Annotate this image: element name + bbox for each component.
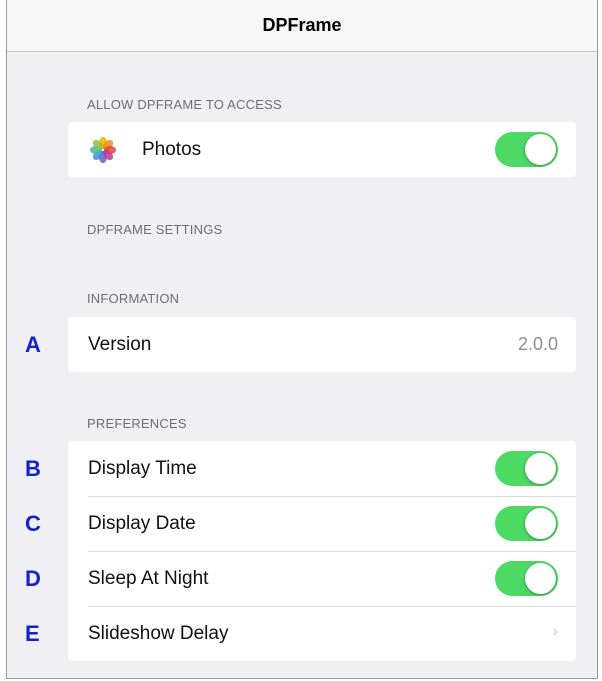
display-time-label: Display Time — [88, 457, 197, 479]
section-header-information: INFORMATION — [87, 291, 180, 306]
display-time-row[interactable]: Display Time — [68, 441, 576, 496]
settings-window: DPFrame ALLOW DPFRAME TO ACCESS Photos D… — [6, 0, 598, 679]
sleep-at-night-label: Sleep At Night — [88, 567, 209, 589]
sleep-at-night-row[interactable]: Sleep At Night — [68, 551, 576, 606]
photos-label: Photos — [142, 138, 202, 160]
slideshow-delay-label: Slideshow Delay — [88, 622, 229, 644]
version-label: Version — [88, 333, 152, 355]
toggle-knob — [525, 453, 556, 484]
display-date-label: Display Date — [88, 512, 196, 534]
preferences-group: Display Time Display Date Sleep At Night… — [68, 441, 576, 661]
chevron-right-icon: › — [552, 623, 558, 640]
slideshow-delay-row[interactable]: Slideshow Delay › — [68, 606, 576, 661]
access-group: Photos — [68, 122, 576, 177]
information-group: Version 2.0.0 — [68, 317, 576, 372]
version-row: Version 2.0.0 — [68, 317, 576, 372]
annotation-e: E — [25, 621, 40, 646]
nav-title: DPFrame — [7, 0, 597, 52]
display-date-toggle[interactable] — [495, 506, 558, 541]
toggle-knob — [525, 134, 556, 165]
annotation-c: C — [25, 511, 41, 536]
annotation-d: D — [25, 566, 41, 591]
annotation-a: A — [25, 332, 41, 357]
version-value: 2.0.0 — [517, 334, 558, 354]
annotation-b: B — [25, 456, 41, 481]
photos-toggle[interactable] — [495, 132, 558, 167]
section-header-access: ALLOW DPFRAME TO ACCESS — [87, 97, 282, 112]
display-date-row[interactable]: Display Date — [68, 496, 576, 551]
section-header-settings: DPFRAME SETTINGS — [87, 222, 223, 237]
photos-icon — [90, 137, 116, 163]
toggle-knob — [525, 508, 556, 539]
display-time-toggle[interactable] — [495, 451, 558, 486]
sleep-at-night-toggle[interactable] — [495, 561, 558, 596]
section-header-preferences: PREFERENCES — [87, 416, 187, 431]
toggle-knob — [525, 563, 556, 594]
photos-row[interactable]: Photos — [68, 122, 576, 177]
